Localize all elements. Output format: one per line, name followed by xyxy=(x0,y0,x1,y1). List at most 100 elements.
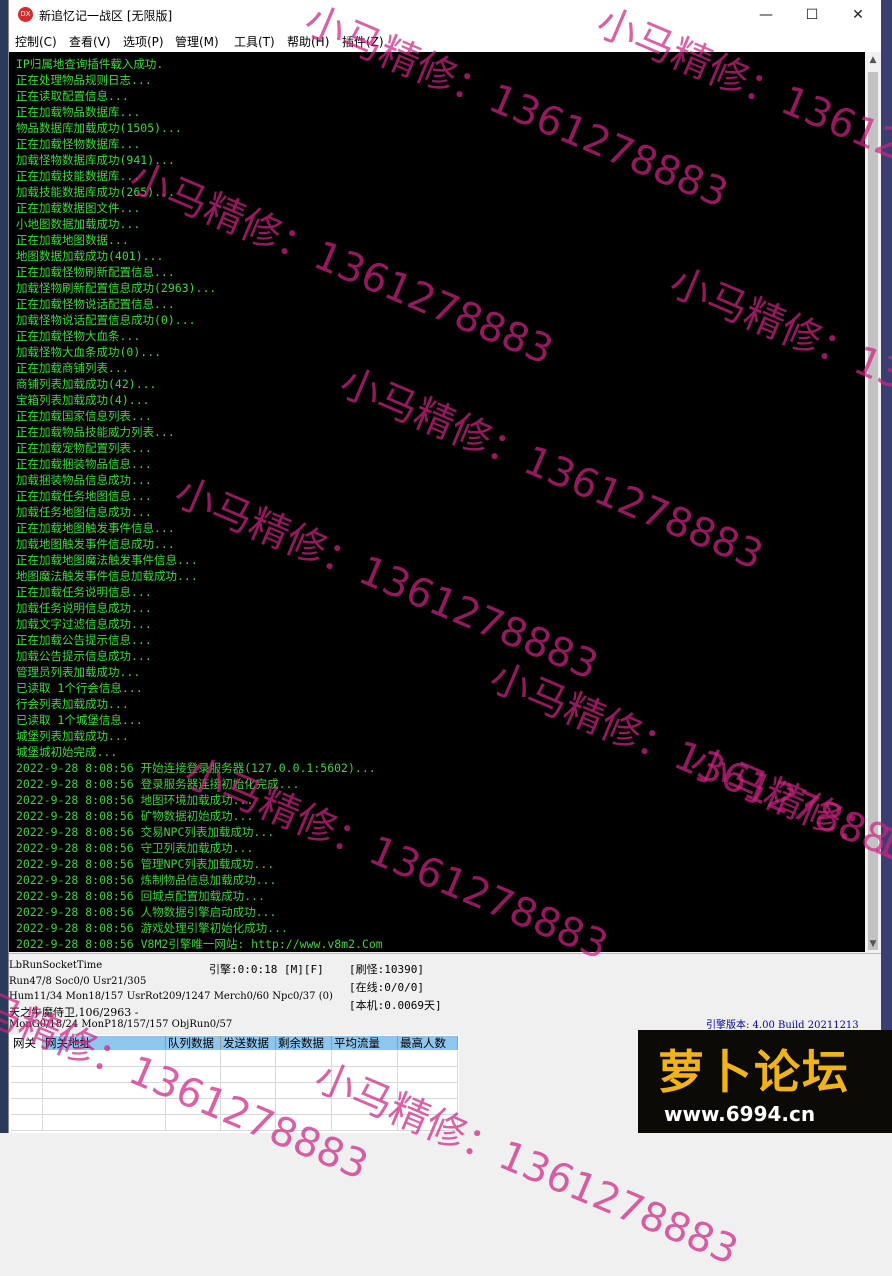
table-cell[interactable] xyxy=(332,1067,398,1083)
minimize-button[interactable]: — xyxy=(743,0,789,30)
menu-help[interactable]: 帮助(H) xyxy=(287,33,329,50)
table-cell[interactable] xyxy=(166,1115,221,1131)
log-line: 2022-9-28 8:08:56 管理NPC列表加载成功... xyxy=(16,857,275,871)
table-cell[interactable] xyxy=(166,1051,221,1067)
log-line: 2022-9-28 8:08:56 回城点配置加载成功... xyxy=(16,889,265,903)
log-line: 2022-9-28 8:08:56 登录服务器连接初始化完成... xyxy=(16,777,300,791)
table-cell[interactable] xyxy=(398,1067,458,1083)
table-cell[interactable] xyxy=(276,1051,332,1067)
log-line: 正在加载商铺列表... xyxy=(16,361,129,375)
log-line: 行会列表加载成功... xyxy=(16,697,129,711)
table-cell[interactable] xyxy=(43,1115,166,1131)
log-console[interactable]: IP归属地查询插件载入成功. 正在处理物品规则日志... 正在读取配置信息... 正在… xyxy=(9,52,865,952)
column-header-queue[interactable]: 队列数据 xyxy=(166,1036,221,1050)
log-line: 2022-9-28 8:08:56 V8M2引擎唯一网站: http://www… xyxy=(16,937,383,951)
table-cell[interactable] xyxy=(398,1115,458,1131)
table-cell[interactable] xyxy=(166,1083,221,1099)
column-header-sent[interactable]: 发送数据 xyxy=(221,1036,276,1050)
table-cell[interactable] xyxy=(332,1115,398,1131)
log-line: 已读取 1个行会信息... xyxy=(16,681,143,695)
gateway-table[interactable]: 网关 网关地址 队列数据 发送数据 剩余数据 平均流量 最高人数 xyxy=(9,1035,459,1133)
log-line: 2022-9-28 8:08:56 守卫列表加载成功... xyxy=(16,841,254,855)
console-scrollbar[interactable]: ▲ ▼ xyxy=(865,52,881,952)
status-line-2: Run47/8 Soc0/0 Usr21/305 xyxy=(9,976,147,987)
table-cell[interactable] xyxy=(276,1083,332,1099)
log-line: 正在读取配置信息... xyxy=(16,89,129,103)
table-cell[interactable] xyxy=(332,1051,398,1067)
table-cell[interactable] xyxy=(11,1067,43,1083)
log-line: 地图数据加载成功(401)... xyxy=(16,249,164,263)
table-cell[interactable] xyxy=(332,1083,398,1099)
log-line: 2022-9-28 8:08:56 开始连接登录服务器(127.0.0.1:56… xyxy=(16,761,376,775)
log-line: 2022-9-28 8:08:56 矿物数据初始成功... xyxy=(16,809,254,823)
menu-options[interactable]: 选项(P) xyxy=(123,33,164,50)
window-title: 新追忆记一战区 [无限版] xyxy=(39,9,173,23)
log-line: 2022-9-28 8:08:56 交易NPC列表加载成功... xyxy=(16,825,275,839)
scroll-down-icon[interactable]: ▼ xyxy=(865,936,881,952)
close-button[interactable]: ✕ xyxy=(835,0,881,30)
log-line: 加载任务说明信息成功... xyxy=(16,601,152,615)
log-line: 加载怪物大血条成功(0)... xyxy=(16,345,162,359)
column-header-gateway[interactable]: 网关 xyxy=(11,1036,43,1050)
log-line: IP归属地查询插件载入成功. xyxy=(16,57,164,71)
log-line: 正在加载宠物配置列表... xyxy=(16,441,152,455)
menu-view[interactable]: 查看(V) xyxy=(69,33,111,50)
app-icon[interactable]: DX xyxy=(18,7,33,22)
table-cell[interactable] xyxy=(11,1099,43,1115)
status-panel: LbRunSocketTime 引擎:0:0:18 [M][F] [刷怪:103… xyxy=(9,953,881,1036)
table-cell[interactable] xyxy=(332,1099,398,1115)
table-cell[interactable] xyxy=(166,1067,221,1083)
status-line-3: Hum11/34 Mon18/157 UsrRot209/1247 Merch0… xyxy=(9,991,333,1002)
local-uptime: [本机:0.0069天] xyxy=(349,999,442,1012)
online-count: [在线:0/0/0] xyxy=(349,981,424,994)
table-cell[interactable] xyxy=(221,1067,276,1083)
column-header-address[interactable]: 网关地址 xyxy=(43,1036,166,1050)
table-cell[interactable] xyxy=(276,1115,332,1131)
log-line: 2022-9-28 8:08:56 游戏处理引擎初始化成功... xyxy=(16,921,288,935)
table-cell[interactable] xyxy=(398,1051,458,1067)
table-cell[interactable] xyxy=(398,1083,458,1099)
log-line: 正在加载怪物大血条... xyxy=(16,329,141,343)
table-cell[interactable] xyxy=(276,1099,332,1115)
table-cell[interactable] xyxy=(221,1099,276,1115)
log-line: 加载捆装物品信息成功... xyxy=(16,473,152,487)
log-line: 正在加载捆装物品信息... xyxy=(16,457,152,471)
menu-manage[interactable]: 管理(M) xyxy=(175,33,219,50)
table-cell[interactable] xyxy=(11,1115,43,1131)
engine-time: 引擎:0:0:18 [M][F] xyxy=(209,963,324,976)
log-line: 已读取 1个城堡信息... xyxy=(16,713,143,727)
table-cell[interactable] xyxy=(11,1083,43,1099)
forum-logo: 萝卜论坛 www.6994.cn xyxy=(638,1030,892,1133)
log-line: 加载文字过滤信息成功... xyxy=(16,617,152,631)
title-bar[interactable]: DX 新追忆记一战区 [无限版] — ☐ ✕ xyxy=(9,0,881,30)
log-line: 小地图数据加载成功... xyxy=(16,217,141,231)
log-line: 正在加载怪物说话配置信息... xyxy=(16,297,175,311)
table-cell[interactable] xyxy=(221,1051,276,1067)
table-cell[interactable] xyxy=(166,1099,221,1115)
menu-plugins[interactable]: 插件(Z) xyxy=(342,33,384,50)
log-line: 城堡列表加载成功... xyxy=(16,729,129,743)
table-cell[interactable] xyxy=(221,1115,276,1131)
scrollbar-thumb[interactable] xyxy=(868,72,878,950)
column-header-traffic[interactable]: 平均流量 xyxy=(332,1036,398,1050)
menu-control[interactable]: 控制(C) xyxy=(15,33,57,50)
column-header-remaining[interactable]: 剩余数据 xyxy=(276,1036,332,1050)
table-cell[interactable] xyxy=(43,1051,166,1067)
table-cell[interactable] xyxy=(398,1099,458,1115)
refresh-monsters: [刷怪:10390] xyxy=(349,963,424,976)
menu-tools[interactable]: 工具(T) xyxy=(234,33,275,50)
log-line: 加载公告提示信息成功... xyxy=(16,649,152,663)
table-cell[interactable] xyxy=(276,1067,332,1083)
desktop-background-left xyxy=(0,0,8,1133)
log-line: 加载怪物刷新配置信息成功(2963)... xyxy=(16,281,217,295)
maximize-button[interactable]: ☐ xyxy=(789,0,835,30)
table-cell[interactable] xyxy=(221,1083,276,1099)
table-cell[interactable] xyxy=(43,1083,166,1099)
table-cell[interactable] xyxy=(43,1067,166,1083)
column-header-max-users[interactable]: 最高人数 xyxy=(398,1036,458,1050)
menu-bar: 控制(C) 查看(V) 选项(P) 管理(M) 工具(T) 帮助(H) 插件(Z… xyxy=(9,30,881,52)
table-cell[interactable] xyxy=(43,1099,166,1115)
scroll-up-icon[interactable]: ▲ xyxy=(865,52,881,68)
table-cell[interactable] xyxy=(11,1051,43,1067)
log-line: 正在加载数据图文件... xyxy=(16,201,141,215)
